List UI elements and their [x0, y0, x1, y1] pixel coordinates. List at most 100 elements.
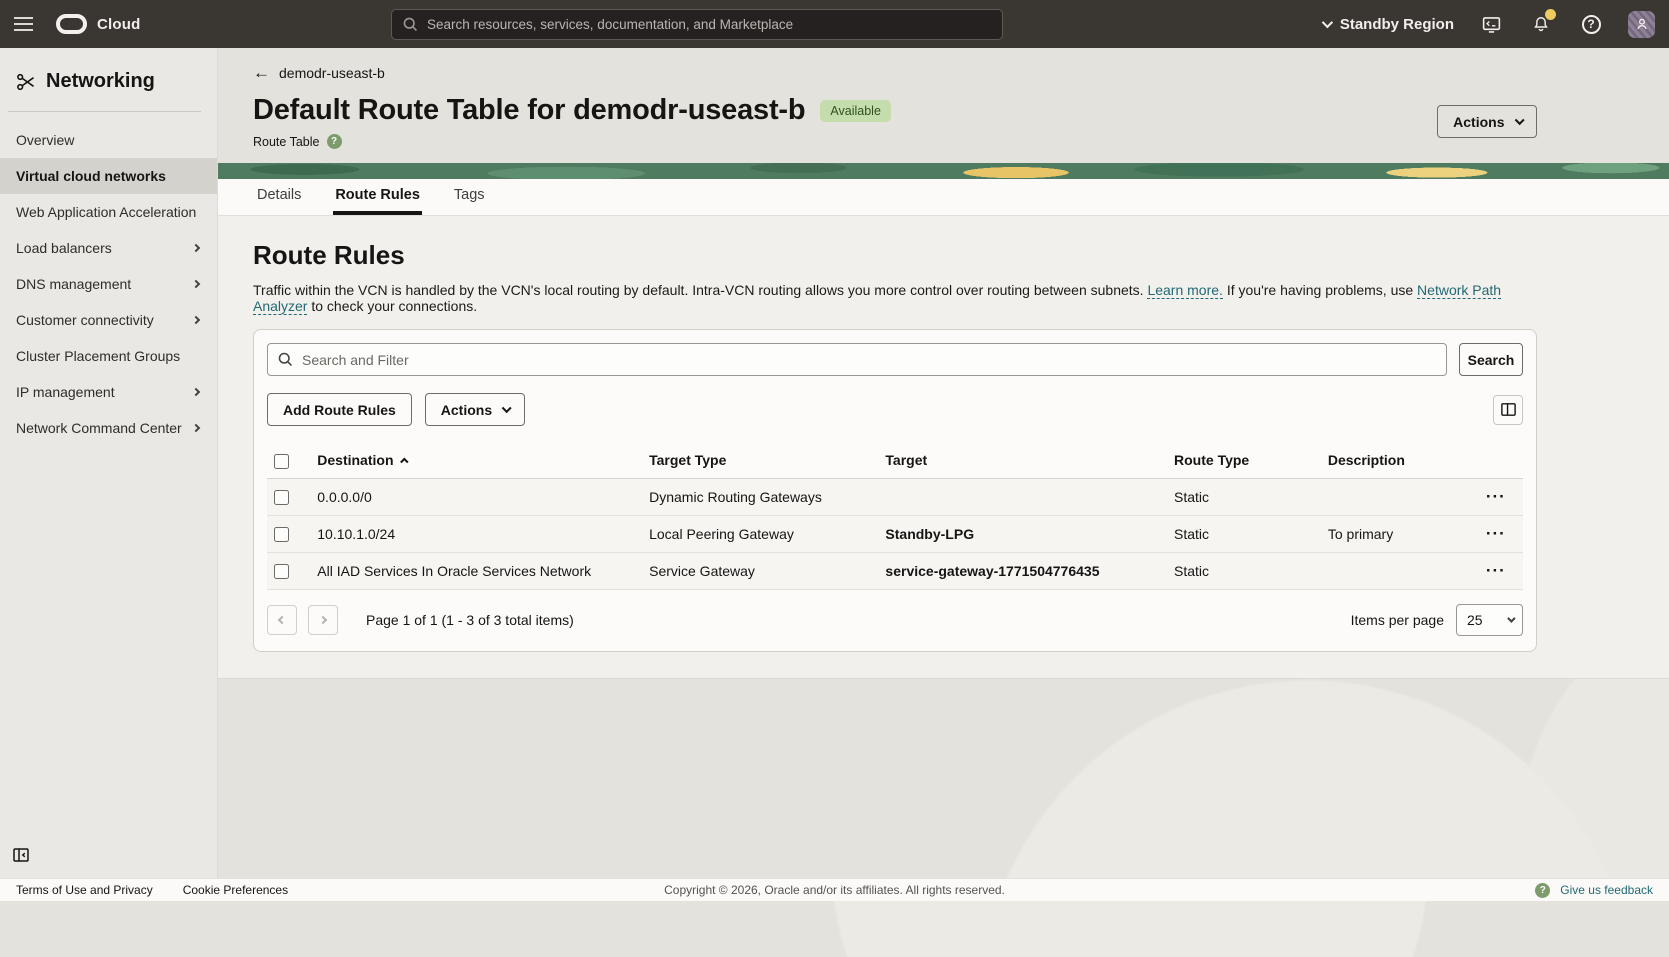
pagination: Page 1 of 1 (1 - 3 of 3 total items) Ite…: [267, 603, 1523, 642]
chevron-right-icon: [191, 423, 201, 433]
search-button[interactable]: Search: [1459, 343, 1523, 376]
items-per-page-select[interactable]: 25: [1456, 603, 1523, 636]
chevron-right-icon: [191, 387, 201, 397]
route-rules-card: Search Add Route Rules Actions: [253, 329, 1537, 652]
menu-icon[interactable]: [0, 0, 46, 48]
column-header-target: Target: [885, 447, 1175, 479]
bottom-strip: [0, 901, 1669, 957]
chevron-right-icon: [191, 243, 201, 253]
table-actions-button[interactable]: Actions: [424, 393, 525, 426]
chevron-down-icon: [1507, 614, 1516, 623]
chevron-right-icon: [191, 315, 201, 325]
table-row: All IAD Services In Oracle Services Netw…: [267, 552, 1523, 590]
add-route-rules-button[interactable]: Add Route Rules: [267, 393, 412, 426]
page-title: Default Route Table for demodr-useast-b: [253, 94, 806, 126]
brand[interactable]: Cloud: [56, 14, 141, 34]
sidebar-item-network-command-center[interactable]: Network Command Center: [0, 410, 217, 446]
cell-route-type: Static: [1174, 478, 1328, 516]
oracle-logo-icon: [56, 14, 87, 34]
tab-details[interactable]: Details: [255, 179, 303, 215]
tab-bar: Details Route Rules Tags: [218, 179, 1669, 216]
cell-route-type: Static: [1174, 552, 1328, 590]
chevron-down-icon: [502, 403, 512, 413]
sidebar-collapse-icon[interactable]: [12, 846, 32, 866]
help-icon[interactable]: ?: [1578, 11, 1604, 37]
sidebar-item-cluster-placement-groups[interactable]: Cluster Placement Groups: [0, 338, 217, 374]
footer: Copyright © 2026, Oracle and/or its affi…: [0, 878, 1669, 901]
cell-destination: 10.10.1.0/24: [317, 515, 650, 553]
cell-target-type: Dynamic Routing Gateways: [649, 478, 886, 516]
table-header-row: Destination Target Type Target Route Typ…: [267, 447, 1523, 479]
pagination-label: Page 1 of 1 (1 - 3 of 3 total items): [366, 611, 574, 628]
route-rules-panel: Route Rules Traffic within the VCN is ha…: [218, 216, 1669, 679]
page-background: [218, 678, 1669, 878]
back-arrow-icon[interactable]: ←: [253, 64, 270, 81]
items-per-page-label: Items per page: [1350, 611, 1444, 628]
header-actions-button[interactable]: Actions: [1437, 105, 1537, 138]
cookie-preferences-link[interactable]: Cookie Preferences: [183, 883, 288, 897]
sort-ascending-icon: [399, 457, 408, 466]
cell-target-type: Local Peering Gateway: [649, 515, 886, 553]
global-search-input[interactable]: [427, 17, 992, 32]
resource-help-icon[interactable]: ?: [326, 134, 342, 149]
decorative-banner: [218, 163, 1669, 179]
tab-route-rules[interactable]: Route Rules: [333, 179, 422, 215]
sidebar-item-virtual-cloud-networks[interactable]: Virtual cloud networks: [0, 158, 217, 194]
networking-icon: [16, 72, 36, 92]
table-row: 0.0.0.0/0 Dynamic Routing Gateways Stati…: [267, 478, 1523, 516]
chevron-down-icon: [1321, 16, 1333, 29]
user-avatar[interactable]: [1628, 10, 1655, 38]
notifications-bell-icon[interactable]: [1528, 9, 1556, 37]
chevron-left-icon: [277, 615, 287, 625]
row-actions-button[interactable]: ···: [1486, 561, 1506, 581]
notification-badge: [1545, 9, 1556, 20]
cell-destination: All IAD Services In Oracle Services Netw…: [317, 552, 650, 590]
cloud-shell-icon[interactable]: [1478, 11, 1504, 37]
section-title: Route Rules: [253, 240, 405, 270]
top-bar: Cloud Standby Region ?: [0, 0, 1669, 48]
sidebar-item-customer-connectivity[interactable]: Customer connectivity: [0, 302, 217, 338]
sidebar-item-web-application-acceleration[interactable]: Web Application Acceleration: [0, 194, 217, 230]
row-checkbox[interactable]: [274, 564, 289, 580]
row-actions-button[interactable]: ···: [1486, 524, 1506, 544]
terms-link[interactable]: Terms of Use and Privacy: [16, 883, 153, 897]
select-all-checkbox[interactable]: [274, 453, 289, 469]
region-selector[interactable]: Standby Region: [1321, 15, 1454, 33]
section-description: Traffic within the VCN is handled by the…: [253, 282, 1502, 315]
tab-tags[interactable]: Tags: [452, 179, 487, 215]
breadcrumb-link[interactable]: demodr-useast-b: [279, 65, 385, 81]
sidebar-item-overview[interactable]: Overview: [0, 122, 217, 158]
column-header-route-type: Route Type: [1174, 447, 1328, 479]
sidebar-item-load-balancers[interactable]: Load balancers: [0, 230, 217, 266]
sidebar-title: Networking: [46, 70, 155, 92]
chevron-right-icon: [318, 615, 328, 625]
sidebar-item-ip-management[interactable]: IP management: [0, 374, 217, 410]
column-header-destination[interactable]: Destination: [317, 452, 408, 468]
cell-target: Standby-LPG: [885, 515, 1175, 553]
route-rules-table: Destination Target Type Target Route Typ…: [267, 447, 1523, 590]
give-feedback-link[interactable]: Give us feedback: [1560, 883, 1653, 897]
cell-target: service-gateway-1771504776435: [885, 552, 1175, 590]
feedback-help-icon[interactable]: ?: [1535, 882, 1551, 898]
page-header: ← demodr-useast-b Default Route Table fo…: [218, 48, 1669, 163]
filter-input[interactable]: [267, 343, 1447, 376]
column-header-target-type: Target Type: [649, 447, 886, 479]
previous-page-button[interactable]: [267, 604, 297, 635]
cell-destination: 0.0.0.0/0: [317, 478, 650, 516]
region-label: Standby Region: [1339, 15, 1454, 33]
global-search[interactable]: [391, 9, 1003, 40]
search-icon: [402, 16, 419, 33]
row-actions-button[interactable]: ···: [1486, 487, 1506, 507]
column-settings-button[interactable]: [1493, 394, 1523, 425]
row-checkbox[interactable]: [274, 527, 289, 543]
cell-description: [1327, 552, 1479, 590]
next-page-button[interactable]: [308, 604, 338, 635]
resource-type-label: Route Table: [253, 134, 320, 149]
row-checkbox[interactable]: [274, 490, 289, 506]
sidebar-item-dns-management[interactable]: DNS management: [0, 266, 217, 302]
divider: [8, 111, 201, 112]
search-icon: [277, 351, 294, 368]
learn-more-link[interactable]: Learn more.: [1147, 282, 1223, 299]
chevron-down-icon: [1514, 115, 1524, 125]
cell-target-type: Service Gateway: [649, 552, 886, 590]
